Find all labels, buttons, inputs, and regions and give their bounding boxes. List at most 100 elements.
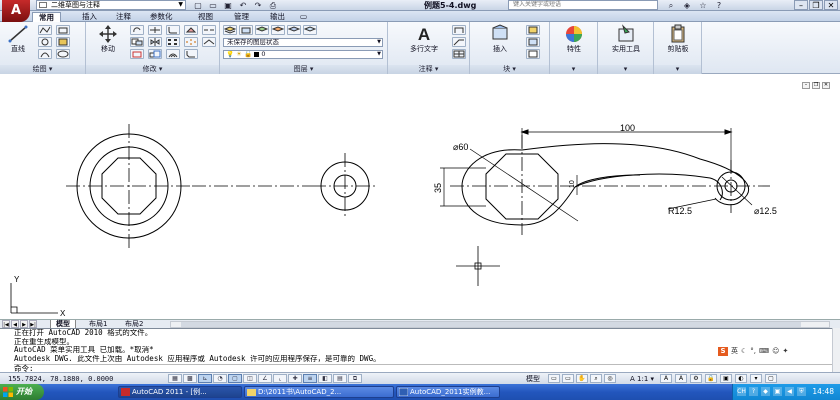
help-icon[interactable]: ? <box>749 387 758 396</box>
new-icon[interactable]: ▢ <box>192 1 204 10</box>
steering-wheel-icon[interactable]: ◎ <box>604 374 616 383</box>
viewport-minimize-icon[interactable]: – <box>802 82 810 89</box>
next-tab-icon[interactable]: ▶ <box>20 320 28 328</box>
stretch-button[interactable] <box>130 49 144 59</box>
scale-button[interactable] <box>148 49 162 59</box>
pan-icon[interactable]: ✋ <box>576 374 588 383</box>
selection-cycling-toggle-icon[interactable]: ⧉ <box>348 374 362 383</box>
layer-state-combo[interactable]: 未保存的图层状态 ▼ <box>223 38 383 47</box>
quick-properties-toggle-icon[interactable]: ▤ <box>333 374 347 383</box>
ime-moon-icon[interactable]: ☾ <box>741 347 747 355</box>
multileader-button[interactable] <box>452 37 466 47</box>
status-menu-icon[interactable]: ▾ <box>750 374 762 383</box>
search-input[interactable]: 键入关键字或短语 <box>508 0 658 10</box>
antivirus-icon[interactable]: ◆ <box>761 387 770 396</box>
redo-icon[interactable]: ↷ <box>252 1 264 10</box>
edit-block-button[interactable] <box>526 37 540 47</box>
explode-button[interactable] <box>184 37 198 47</box>
mirror-button[interactable] <box>148 37 162 47</box>
draw-panel-title[interactable]: 绘图 ▾ <box>0 65 85 74</box>
save-icon[interactable]: ▣ <box>222 1 234 10</box>
clipboard-button[interactable]: 剪贴板 <box>660 24 696 54</box>
ime-logo-icon[interactable]: S <box>718 346 728 356</box>
clean-screen-icon[interactable]: ▢ <box>765 374 777 383</box>
tab-output[interactable]: 输出 <box>264 12 291 22</box>
snap-toggle-icon[interactable]: ▦ <box>168 374 182 383</box>
taskbar-item-autocad[interactable]: AutoCAD 2011 - [例... <box>118 386 242 398</box>
workspace-switch-icon[interactable]: ⚙ <box>690 374 702 383</box>
scrollbar-thumb[interactable] <box>181 322 801 327</box>
rotate-button[interactable] <box>130 25 144 35</box>
properties-button[interactable]: 特性 <box>556 24 592 54</box>
isolate-objects-icon[interactable]: ◐ <box>735 374 747 383</box>
utilities-panel-title[interactable]: ▾ <box>598 65 653 74</box>
offset-button[interactable] <box>166 49 180 59</box>
minimize-icon[interactable]: – <box>794 0 808 10</box>
layer-isolate-button[interactable] <box>287 25 301 35</box>
mtext-button[interactable]: A 多行文字 <box>402 24 446 54</box>
properties-panel-title[interactable]: ▾ <box>550 65 597 74</box>
annotation-panel-title[interactable]: 注释 ▾ <box>388 65 469 74</box>
volume-icon[interactable]: ◀ <box>785 387 794 396</box>
layer-properties-button[interactable] <box>223 25 237 35</box>
help-icon[interactable]: ? <box>712 1 726 10</box>
start-button[interactable]: 开始 <box>0 384 44 400</box>
modify-panel-title[interactable]: 修改 ▾ <box>86 65 219 74</box>
hardware-acceleration-icon[interactable]: ▣ <box>720 374 732 383</box>
copy-button[interactable] <box>130 37 144 47</box>
transparency-toggle-icon[interactable]: ◧ <box>318 374 332 383</box>
layer-freeze-button[interactable] <box>303 25 317 35</box>
tab-annotate[interactable]: 注释 <box>110 12 137 22</box>
chamfer-button[interactable] <box>184 49 198 59</box>
move-button[interactable]: 移动 <box>90 24 126 54</box>
line-button[interactable]: 直线 <box>0 24 36 54</box>
layer-combo[interactable]: 💡 ☀ 🔓 0 ▼ <box>223 50 383 59</box>
ducs-toggle-icon[interactable]: ⌞ <box>273 374 287 383</box>
ellipse-button[interactable] <box>56 49 70 59</box>
drawing-canvas[interactable]: 100 ⌀60 35 10 R12.5 ⌀12.5 Y X <box>0 75 840 320</box>
binoculars-icon[interactable]: ⌕ <box>664 1 678 10</box>
ime-keyboard-icon[interactable]: ⌨ <box>759 347 769 355</box>
ime-tool-icon[interactable]: ✦ <box>782 347 788 355</box>
insert-block-button[interactable]: 插入 <box>482 24 518 54</box>
prev-tab-icon[interactable]: ◀ <box>11 320 19 328</box>
array-button[interactable] <box>166 37 180 47</box>
ribbon-minimize-icon[interactable]: ▭ <box>300 12 320 22</box>
layer-previous-button[interactable] <box>271 25 285 35</box>
annotation-scale[interactable]: A 1:1 ▾ <box>630 374 654 384</box>
model-space-label[interactable]: 模型 <box>526 374 540 384</box>
taskbar-item-folder[interactable]: D:\2011书\AutoCAD_2... <box>244 386 394 398</box>
table-button[interactable] <box>452 49 466 59</box>
edit-attributes-button[interactable] <box>526 49 540 59</box>
polar-toggle-icon[interactable]: ◔ <box>213 374 227 383</box>
command-scrollbar[interactable] <box>832 328 840 372</box>
fillet-button[interactable] <box>166 25 180 35</box>
viewport-restore-icon[interactable]: ❐ <box>812 82 820 89</box>
create-block-button[interactable] <box>526 25 540 35</box>
3dosnap-toggle-icon[interactable]: ◫ <box>243 374 257 383</box>
utilities-button[interactable]: 实用工具 <box>606 24 646 54</box>
layer-state-button[interactable] <box>239 25 253 35</box>
tab-insert[interactable]: 插入 <box>76 12 103 22</box>
join-button[interactable] <box>202 37 216 47</box>
close-icon[interactable]: ✕ <box>824 0 838 10</box>
workspace-dropdown[interactable]: 二维草图与注释 ▼ <box>36 0 186 10</box>
restore-icon[interactable]: ❐ <box>809 0 823 10</box>
first-tab-icon[interactable]: |◀ <box>2 320 10 328</box>
ime-punct-icon[interactable]: °, <box>750 347 756 355</box>
rectangle-button[interactable] <box>56 25 70 35</box>
layers-panel-title[interactable]: 图层 ▾ <box>220 65 387 74</box>
layout-icon[interactable]: ▭ <box>562 374 574 383</box>
tab-home[interactable]: 常用 <box>32 12 61 22</box>
lineweight-toggle-icon[interactable]: ≡ <box>303 374 317 383</box>
circle-button[interactable] <box>38 37 52 47</box>
block-panel-title[interactable]: 块 ▾ <box>470 65 549 74</box>
clock[interactable]: 14:48 <box>812 384 834 400</box>
plot-icon[interactable]: ⎙ <box>267 1 279 10</box>
ortho-toggle-icon[interactable]: ⊾ <box>198 374 212 383</box>
application-menu-button[interactable]: A <box>2 0 30 22</box>
open-icon[interactable]: ▭ <box>207 1 219 10</box>
communication-icon[interactable]: ☆ <box>696 1 710 10</box>
security-icon[interactable]: ⛨ <box>797 387 806 396</box>
tab-parametric[interactable]: 参数化 <box>144 12 179 22</box>
